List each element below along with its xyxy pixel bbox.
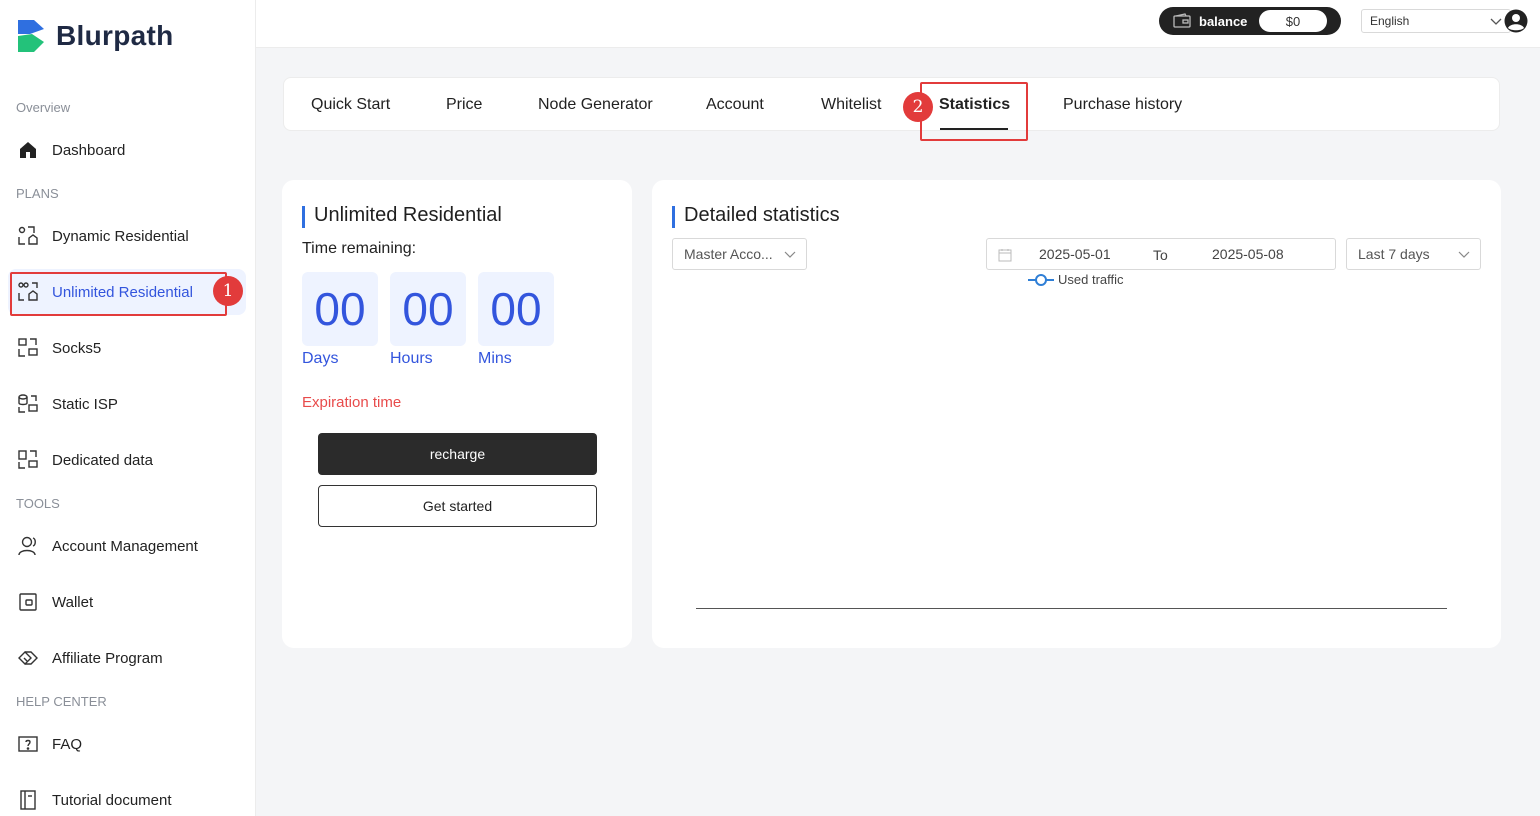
sidebar-item-label: FAQ xyxy=(52,735,83,753)
sidebar: Blurpath Overview Dashboard PLANS Dynami… xyxy=(0,0,256,816)
home-icon xyxy=(16,138,40,162)
legend-line-marker-icon xyxy=(1028,273,1054,286)
sidebar-item-label: Account Management xyxy=(52,537,198,555)
brand-name: Blurpath xyxy=(56,20,174,51)
annotation-highlight-2 xyxy=(920,82,1028,141)
date-separator: To xyxy=(1153,247,1168,263)
tab-bar: Quick Start Price Node Generator Account… xyxy=(283,77,1500,131)
sidebar-item-dedicated-data[interactable]: Dedicated data xyxy=(8,437,246,483)
annotation-highlight-1 xyxy=(10,272,227,316)
sidebar-item-tutorial-document[interactable]: Tutorial document xyxy=(8,777,246,816)
chevron-down-icon xyxy=(784,251,796,258)
faq-icon xyxy=(16,732,40,756)
chart-legend[interactable]: Used traffic xyxy=(1028,272,1124,287)
balance-pill[interactable]: balance $0 xyxy=(1159,7,1341,35)
sidebar-item-label: Dedicated data xyxy=(52,451,153,469)
calendar-icon xyxy=(998,249,1012,262)
days-label: Days xyxy=(302,350,339,367)
date-from[interactable]: 2025-05-01 xyxy=(1039,246,1111,262)
language-value: English xyxy=(1370,14,1410,28)
balance-label: balance xyxy=(1199,13,1248,29)
hours-counter: 00 xyxy=(390,272,466,346)
annotation-step-1: 1 xyxy=(213,276,243,306)
statistics-card-title: Detailed statistics xyxy=(672,204,840,228)
socks5-icon xyxy=(16,336,40,360)
language-select[interactable]: English xyxy=(1361,9,1511,33)
plan-card: Unlimited Residential Time remaining: 00… xyxy=(282,180,632,648)
chevron-down-icon xyxy=(1458,251,1470,258)
user-icon xyxy=(16,534,40,558)
brand-logo[interactable]: Blurpath xyxy=(16,18,174,54)
wallet-icon xyxy=(16,590,40,614)
chevron-down-icon xyxy=(1490,18,1502,25)
sidebar-item-static-isp[interactable]: Static ISP xyxy=(8,381,246,427)
statistics-card: Detailed statistics Master Acco... 2025-… xyxy=(652,180,1501,648)
recharge-button[interactable]: recharge xyxy=(318,433,597,475)
sidebar-item-affiliate-program[interactable]: Affiliate Program xyxy=(8,635,246,681)
sidebar-item-dashboard[interactable]: Dashboard xyxy=(8,127,246,173)
wallet-icon xyxy=(1173,13,1191,28)
section-overview: Overview xyxy=(16,100,71,115)
mins-counter: 00 xyxy=(478,272,554,346)
dedicated-data-icon xyxy=(16,448,40,472)
account-select-value: Master Acco... xyxy=(684,246,773,262)
days-counter: 00 xyxy=(302,272,378,346)
legend-label: Used traffic xyxy=(1058,272,1124,287)
tab-whitelist[interactable]: Whitelist xyxy=(821,78,881,132)
account-select[interactable]: Master Acco... xyxy=(672,238,807,270)
range-select-value: Last 7 days xyxy=(1358,246,1430,262)
expiration-time-label: Expiration time xyxy=(302,394,402,411)
section-plans: PLANS xyxy=(16,186,59,201)
user-avatar-icon[interactable] xyxy=(1504,9,1528,33)
blurpath-logo-icon xyxy=(18,20,44,52)
get-started-button[interactable]: Get started xyxy=(318,485,597,527)
sidebar-item-socks5[interactable]: Socks5 xyxy=(8,325,246,371)
sidebar-item-label: Dashboard xyxy=(52,141,126,159)
tab-account[interactable]: Account xyxy=(706,78,764,132)
sidebar-item-label: Dynamic Residential xyxy=(52,227,189,245)
document-icon xyxy=(16,788,40,812)
tab-price[interactable]: Price xyxy=(446,78,482,132)
annotation-step-2: 2 xyxy=(903,92,933,122)
tab-quick-start[interactable]: Quick Start xyxy=(311,78,390,132)
date-to[interactable]: 2025-05-08 xyxy=(1212,246,1284,262)
tab-purchase-history[interactable]: Purchase history xyxy=(1063,78,1182,132)
handshake-icon xyxy=(16,646,40,670)
sidebar-item-faq[interactable]: FAQ xyxy=(8,721,246,767)
sidebar-item-wallet[interactable]: Wallet xyxy=(8,579,246,625)
time-remaining-label: Time remaining: xyxy=(302,240,417,257)
dynamic-residential-icon xyxy=(16,224,40,248)
top-bar: balance $0 English xyxy=(256,0,1540,48)
sidebar-item-label: Affiliate Program xyxy=(52,649,163,667)
static-isp-icon xyxy=(16,392,40,416)
sidebar-item-account-management[interactable]: Account Management xyxy=(8,523,246,569)
mins-label: Mins xyxy=(478,350,512,367)
range-select[interactable]: Last 7 days xyxy=(1346,238,1481,270)
chart-x-axis xyxy=(696,608,1447,609)
hours-label: Hours xyxy=(390,350,433,367)
plan-card-title: Unlimited Residential xyxy=(302,204,502,228)
sidebar-item-label: Tutorial document xyxy=(52,791,172,809)
sidebar-item-label: Socks5 xyxy=(52,339,102,357)
sidebar-item-label: Static ISP xyxy=(52,395,118,413)
section-tools: TOOLS xyxy=(16,496,60,511)
tab-node-generator[interactable]: Node Generator xyxy=(538,78,653,132)
date-range-picker[interactable]: 2025-05-01 To 2025-05-08 xyxy=(986,238,1336,270)
sidebar-item-dynamic-residential[interactable]: Dynamic Residential xyxy=(8,213,246,259)
balance-value: $0 xyxy=(1259,10,1327,32)
section-help-center: HELP CENTER xyxy=(16,694,107,709)
sidebar-item-label: Wallet xyxy=(52,593,94,611)
